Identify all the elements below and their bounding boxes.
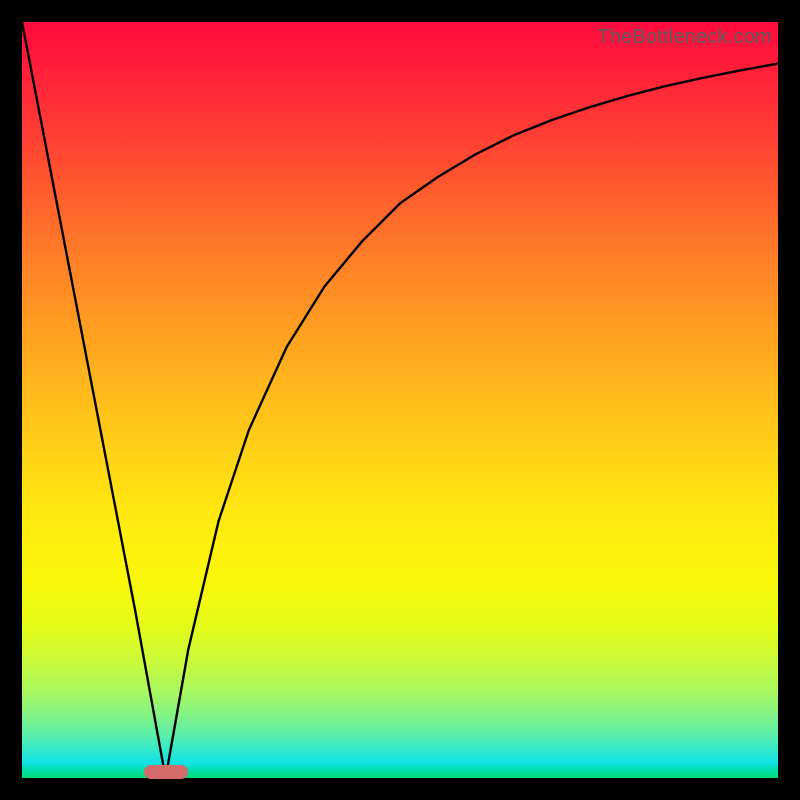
plot-area: TheBottleneck.com bbox=[22, 22, 778, 778]
optimal-point-marker bbox=[144, 765, 188, 779]
chart-frame: TheBottleneck.com bbox=[0, 0, 800, 800]
bottleneck-curve bbox=[22, 22, 778, 778]
curve-path bbox=[22, 22, 778, 778]
